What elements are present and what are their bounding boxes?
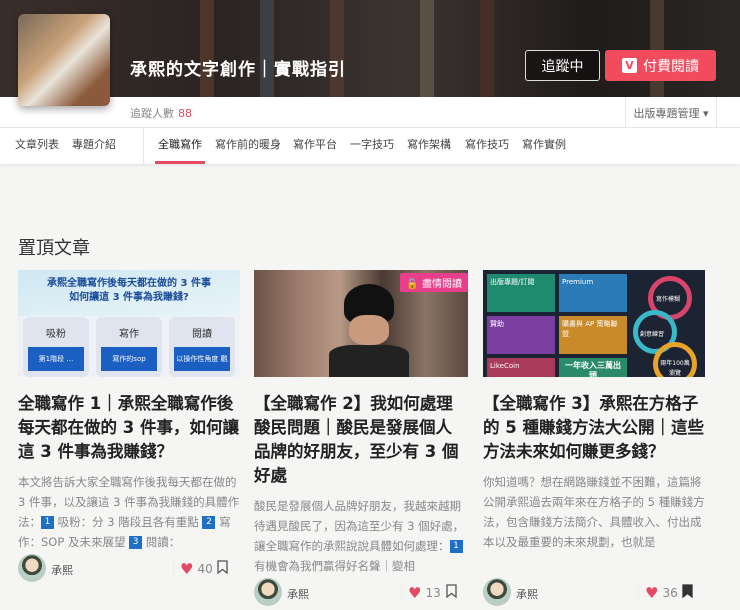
author-avatar[interactable] [18,554,46,582]
followers-number: 88 [178,107,192,120]
thumbnail-headline: 承熙全職寫作後每天都在做的 3 件事 如何讓這 3 件事為我賺錢? [18,270,240,316]
article-footer: 承熙 ♥ 13 [254,578,468,608]
like-button[interactable]: ♥ 36 [638,584,678,602]
publication-cover-image [18,14,110,106]
bookmark-icon[interactable] [217,560,228,574]
thumb-box: 吸粉 第1階段 … [23,317,89,377]
nav-divider [143,128,144,164]
author-avatar[interactable] [483,578,511,606]
thumb-block: 贊助 [487,316,555,354]
thumb-block: 一年收入三萬出頭 [559,358,627,377]
like-button[interactable]: ♥ 13 [401,584,441,602]
section-title: 置頂文章 [18,238,90,259]
nav-topic-intro[interactable]: 專題介紹 [72,128,116,164]
article-footer: 承熙 ♥ 40 [18,554,240,584]
thumb-block: 購書與 AP 策略聯盟 [559,316,627,354]
like-count: 40 [197,562,213,576]
like-count: 13 [425,586,441,600]
tab-structure[interactable]: 寫作架構 [407,128,451,164]
topic-nav: 文章列表 專題介紹 全職寫作 寫作前的暖身 寫作平台 一字技巧 寫作架構 寫作技… [0,128,740,164]
heart-icon: ♥ [180,560,194,578]
article-footer: 承熙 ♥ 36 [483,578,705,608]
info-bar: 追蹤人數 88 出版專題管理 ▾ [0,97,740,128]
tab-warmup[interactable]: 寫作前的暖身 [215,128,281,164]
thumb-block: Premium [559,274,627,312]
thumb-block: LikeCoin [487,358,555,377]
heart-icon: ♥ [408,584,422,602]
followers-count: 追蹤人數 88 [130,105,192,121]
heart-icon: ♥ [645,584,659,602]
article-title[interactable]: 【全職寫作 3】承熙在方格子的 5 種賺錢方法大公開｜這些方法未來如何賺更多錢？ [483,392,705,464]
like-count: 36 [662,586,678,600]
like-button[interactable]: ♥ 40 [173,560,213,578]
bookmark-filled-icon[interactable] [682,584,693,598]
open-reading-badge: 🔓 盡情閱讀 [400,273,468,292]
author-name[interactable]: 承熙 [516,586,538,602]
author-avatar[interactable] [254,578,282,606]
followers-label: 追蹤人數 [130,107,174,120]
tab-examples[interactable]: 寫作實例 [522,128,566,164]
tab-word-skills[interactable]: 一字技巧 [350,128,394,164]
nav-article-list[interactable]: 文章列表 [15,128,59,164]
following-button[interactable]: 追蹤中 [525,50,600,81]
ring-label: 創意練習 [640,331,665,338]
article-title[interactable]: 【全職寫作 2】我如何處理酸民問題｜酸民是發展個人品牌的好朋友，至少有 3 個好… [254,392,468,488]
bookmark-icon[interactable] [446,584,457,598]
thumbnail-face [349,315,389,345]
article-title[interactable]: 全職寫作 1｜承熙全職寫作後每天都在做的 3 件事，如何讓這 3 件事為我賺錢？ [18,392,240,464]
article-card[interactable]: 🔓 盡情閱讀 【全職寫作 2】我如何處理酸民問題｜酸民是發展個人品牌的好朋友，至… [254,270,468,606]
author-name[interactable]: 承熙 [287,586,309,602]
article-card[interactable]: 出版專題/訂閱 Premium 贊助 購書與 AP 策略聯盟 LikeCoin … [483,270,705,606]
article-excerpt: 本文將告訴大家全職寫作後我每天都在做的 3 件事，以及讓這 3 件事為我賺錢的具… [18,475,240,549]
author-name[interactable]: 承熙 [51,562,73,578]
tab-platform[interactable]: 寫作平台 [293,128,337,164]
article-thumbnail[interactable]: 承熙全職寫作後每天都在做的 3 件事 如何讓這 3 件事為我賺錢? 吸粉 第1階段 … [18,270,240,377]
article-excerpt: 你知道嗎？想在網路賺錢並不困難，這篇將公開承熙過去兩年來在方格子的 5 種賺錢方… [483,475,705,549]
vocus-v-icon: V [622,58,637,73]
article-card[interactable]: 承熙全職寫作後每天都在做的 3 件事 如何讓這 3 件事為我賺錢? 吸粉 第1階段 … [18,270,240,582]
page-title: 承熙的文字創作｜實戰指引 [130,60,346,80]
article-thumbnail[interactable]: 🔓 盡情閱讀 [254,270,468,377]
thumb-box: 閱讀以操作性角度 觀書 [169,317,235,377]
tab-fulltime-writing[interactable]: 全職寫作 [155,128,205,164]
tab-techniques[interactable]: 寫作技巧 [465,128,509,164]
header-banner: 承熙的文字創作｜實戰指引 追蹤中 V 付費閱讀 [0,0,740,97]
article-excerpt: 酸民是發展個人品牌好朋友，我越來越期待遇見酸民了，因為這至少有 3 個好處，讓全… [254,499,465,573]
ring-label: 寫作模糊 [656,296,681,303]
thumbnail-body [329,345,409,377]
thumb-block: 出版專題/訂閱 [487,274,555,312]
article-thumbnail[interactable]: 出版專題/訂閱 Premium 贊助 購書與 AP 策略聯盟 LikeCoin … [483,270,705,377]
manage-publication-dropdown[interactable]: 出版專題管理 ▾ [625,97,717,128]
paid-reading-label: 付費閱讀 [643,58,699,75]
paid-reading-button[interactable]: V 付費閱讀 [605,50,716,81]
ring-label: 兩年100萬瀏覽 [660,360,690,377]
thumb-box: 寫作 寫作的sop [96,317,162,377]
